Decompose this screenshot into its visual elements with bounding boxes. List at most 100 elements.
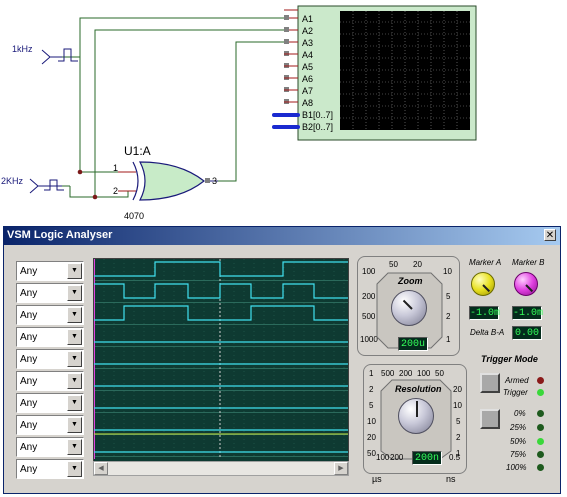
zoom-tick: 20	[413, 260, 422, 269]
marker-a-knob[interactable]	[471, 272, 495, 296]
window-titlebar[interactable]: VSM Logic Analyser ✕	[4, 227, 560, 245]
pretrigger-level-label: 100%	[506, 463, 527, 472]
gate-ref-label: U1:A	[124, 144, 151, 158]
pretrigger-led	[537, 424, 544, 431]
resolution-tick: 0.5	[449, 453, 461, 462]
analyser-pin-label: A2	[302, 26, 314, 36]
trace-channel-2	[94, 283, 348, 299]
marker-a-value-display: -1.0m	[469, 306, 501, 320]
channel-trigger-select[interactable]: Any ▼	[16, 437, 84, 457]
resolution-tick: 1	[369, 369, 374, 378]
marker-a-label: Marker A	[469, 258, 502, 267]
zoom-tick: 1	[446, 335, 451, 344]
channel-trigger-value: Any	[20, 442, 38, 453]
marker-b-label: Marker B	[512, 258, 545, 267]
resolution-label: Resolution	[395, 384, 442, 394]
zoom-tick: 100	[362, 267, 376, 276]
chevron-down-icon[interactable]: ▼	[67, 417, 82, 433]
resolution-panel: 1 500 200 100 50 2 5 10 20 50 20 10 5 2 …	[363, 364, 467, 474]
pretrigger-led	[537, 410, 544, 417]
chevron-down-icon[interactable]: ▼	[67, 461, 82, 477]
gate-pin-label: 2	[113, 186, 119, 196]
close-button[interactable]: ✕	[544, 229, 556, 241]
resolution-tick: 50	[367, 449, 376, 458]
armed-label: Armed	[505, 376, 529, 385]
trigger-led	[537, 389, 544, 396]
analyser-pin-label: A1	[302, 14, 314, 24]
analyser-pin-label: A6	[302, 74, 314, 84]
clock2-label: 2KHz	[1, 176, 24, 186]
chevron-down-icon[interactable]: ▼	[67, 373, 82, 389]
resolution-knob[interactable]	[398, 398, 434, 434]
channel-trigger-select[interactable]: Any ▼	[16, 283, 84, 303]
channel-trigger-value: Any	[20, 310, 38, 321]
trace-channel-3	[94, 305, 348, 321]
channel-trigger-select[interactable]: Any ▼	[16, 261, 84, 281]
zoom-value-display: 200u	[398, 337, 428, 351]
arm-trigger-button[interactable]	[480, 373, 500, 393]
pretrigger-led	[537, 451, 544, 458]
trace-channel-1	[94, 261, 348, 277]
channel-trigger-select[interactable]: Any ▼	[16, 371, 84, 391]
chevron-down-icon[interactable]: ▼	[67, 307, 82, 323]
analyser-pin-label: A7	[302, 86, 314, 96]
waveform-display[interactable]	[93, 258, 349, 474]
zoom-label: Zoom	[398, 276, 423, 286]
trigger-label: Trigger	[503, 388, 528, 397]
waveform-traces	[94, 261, 348, 453]
zoom-tick: 10	[443, 267, 452, 276]
resolution-tick: 20	[367, 433, 376, 442]
zoom-tick: 1000	[360, 335, 378, 344]
resolution-tick: 50	[435, 369, 444, 378]
marker-b-pointer	[525, 284, 534, 293]
resolution-value-display: 200n	[412, 451, 442, 465]
chevron-down-icon[interactable]: ▼	[67, 263, 82, 279]
waveform-grid	[94, 259, 348, 459]
marker-b-knob[interactable]	[514, 272, 538, 296]
waveform-canvas	[94, 259, 348, 459]
gate-pin-label: 1	[113, 163, 119, 173]
channel-trigger-value: Any	[20, 266, 38, 277]
armed-led	[537, 377, 544, 384]
resolution-tick: 5	[369, 401, 374, 410]
clock1-label: 1kHz	[12, 44, 33, 54]
zoom-knob[interactable]	[391, 290, 427, 326]
channel-trigger-select[interactable]: Any ▼	[16, 415, 84, 435]
channel-trigger-select[interactable]: Any ▼	[16, 349, 84, 369]
pretrigger-level-label: 50%	[510, 437, 527, 446]
analyser-pin-label: B2[0..7]	[302, 122, 334, 132]
gate-pin-label: 3	[212, 176, 218, 186]
analyser-pin-label: A4	[302, 50, 314, 60]
trigger-mode-title: Trigger Mode	[481, 354, 538, 364]
analyser-pin-label: A5	[302, 62, 314, 72]
chevron-down-icon[interactable]: ▼	[67, 439, 82, 455]
chevron-down-icon[interactable]: ▼	[67, 351, 82, 367]
zoom-tick: 50	[389, 260, 398, 269]
channel-trigger-value: Any	[20, 464, 38, 475]
chevron-down-icon[interactable]: ▼	[67, 395, 82, 411]
pretrigger-level-label: 25%	[510, 423, 527, 432]
resolution-tick: 10	[367, 417, 376, 426]
horizontal-scrollbar[interactable]: ◀ ▶	[93, 461, 349, 476]
channel-trigger-select[interactable]: Any ▼	[16, 393, 84, 413]
channel-trigger-value: Any	[20, 332, 38, 343]
resolution-tick: 200	[390, 453, 404, 462]
channel-trigger-value: Any	[20, 288, 38, 299]
zoom-tick: 200	[362, 292, 376, 301]
chevron-down-icon[interactable]: ▼	[67, 285, 82, 301]
channel-trigger-select[interactable]: Any ▼	[16, 459, 84, 479]
pretrigger-level-label: 75%	[510, 450, 527, 459]
xor-gate	[132, 161, 218, 201]
channel-trigger-select[interactable]: Any ▼	[16, 327, 84, 347]
chevron-down-icon[interactable]: ▼	[67, 329, 82, 345]
analyser-pin-label: A8	[302, 98, 314, 108]
scroll-right-icon[interactable]: ▶	[334, 462, 348, 475]
pretrigger-button[interactable]	[480, 409, 500, 429]
marker-a-pointer	[482, 284, 491, 293]
analyser-pin-label: B1[0..7]	[302, 110, 334, 120]
channel-trigger-select[interactable]: Any ▼	[16, 305, 84, 325]
scroll-left-icon[interactable]: ◀	[94, 462, 108, 475]
resolution-tick: 100	[376, 453, 390, 462]
resolution-tick: 5	[456, 417, 461, 426]
zoom-panel: 50 20 100 200 500 1000 10 5 2 1 Zoom 200…	[357, 256, 460, 356]
